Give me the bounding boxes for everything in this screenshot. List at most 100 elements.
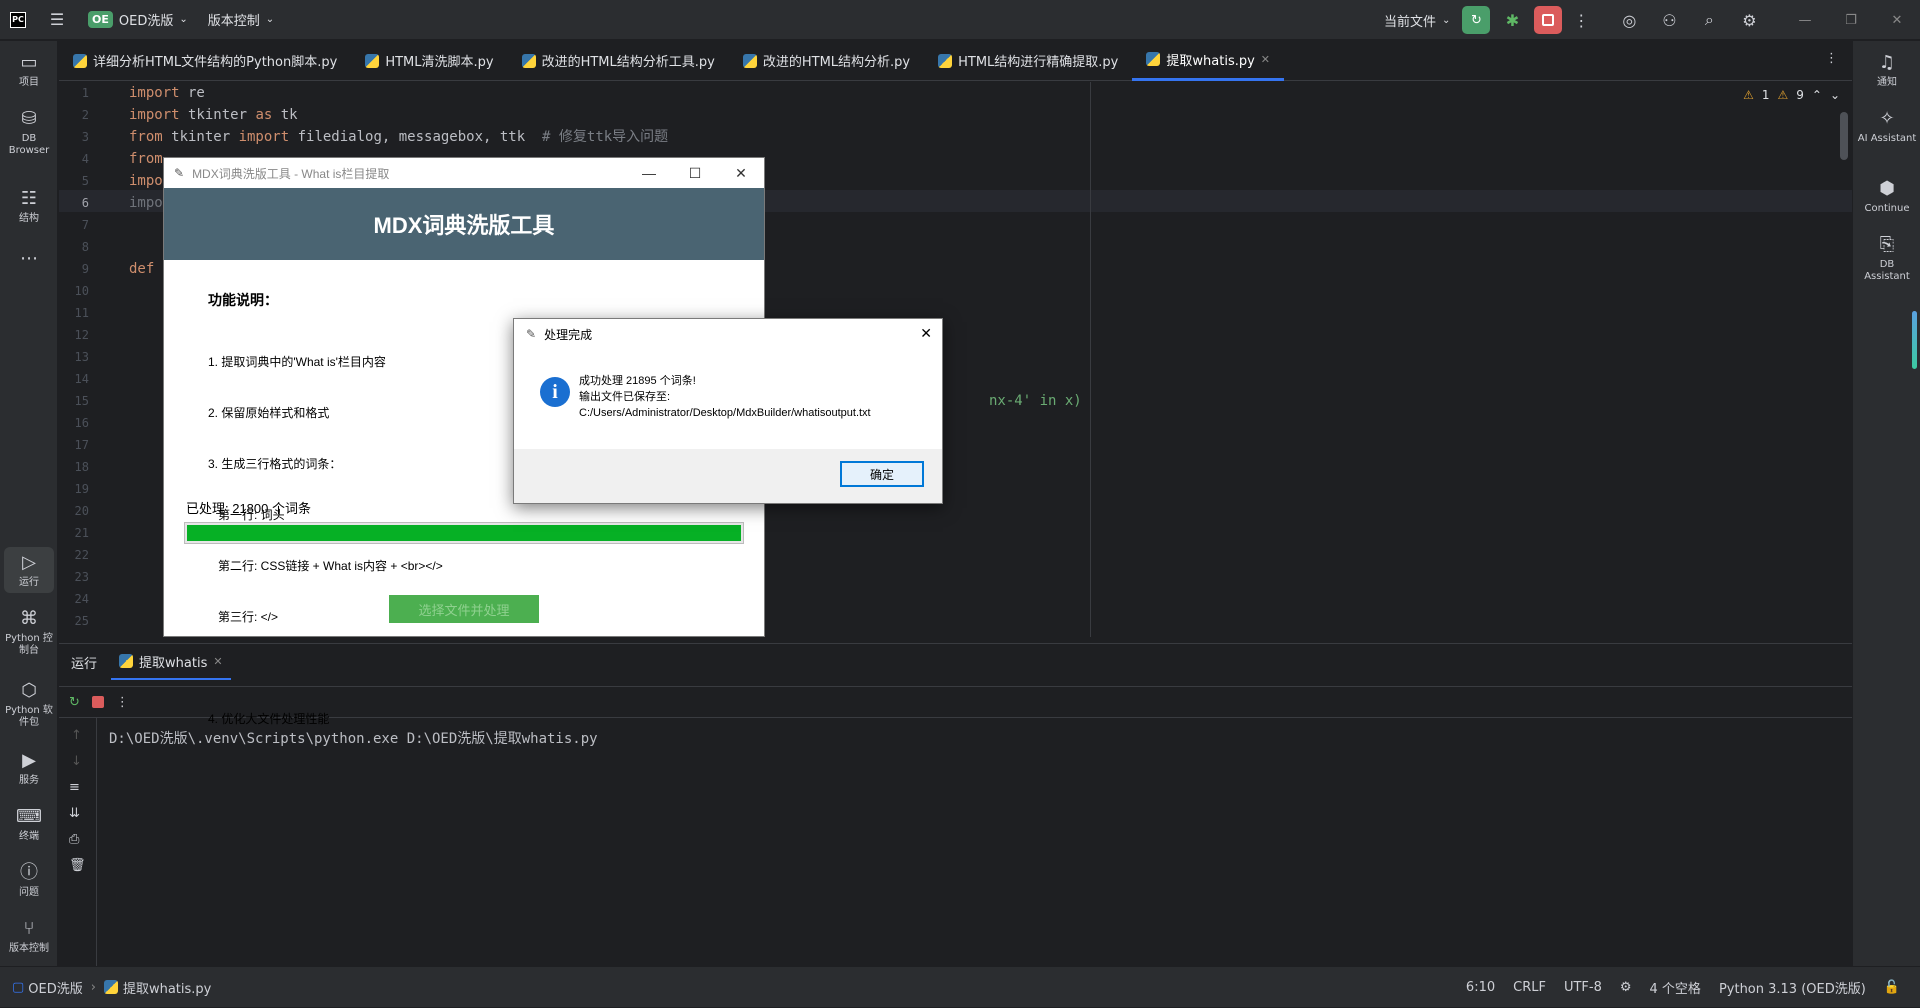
tool-terminal[interactable]: ⌨ 终端 bbox=[4, 805, 54, 843]
code-with-me-icon[interactable]: ◎ bbox=[1618, 9, 1640, 31]
file-encoding[interactable]: UTF-8 bbox=[1564, 980, 1602, 995]
tool-label: 终端 bbox=[19, 831, 39, 842]
app-logo[interactable]: PC bbox=[0, 0, 36, 40]
debug-button[interactable]: ✱ bbox=[1498, 6, 1526, 34]
dialog-line: 输出文件已保存至: bbox=[579, 391, 671, 403]
tool-services[interactable]: ▶ 服务 bbox=[4, 749, 54, 787]
breadcrumb-project[interactable]: OED洗版 bbox=[28, 978, 82, 997]
more-icon: ⋯ bbox=[20, 248, 38, 269]
dialog-footer: 确定 bbox=[514, 449, 942, 503]
rerun-button[interactable]: ↻ bbox=[1462, 6, 1491, 34]
tab-precise-extract[interactable]: HTML结构进行精确提取.py bbox=[924, 41, 1132, 81]
editor-scrollbar[interactable] bbox=[1840, 112, 1848, 160]
chevron-up-icon[interactable]: ⌃ bbox=[1812, 88, 1822, 102]
chevron-down-icon[interactable]: ⌄ bbox=[1830, 88, 1840, 102]
settings-gear-icon[interactable]: ⚙ bbox=[1738, 9, 1760, 31]
vcs-menu[interactable]: 版本控制 ⌄ bbox=[198, 0, 284, 40]
tab-more-icon[interactable]: ⋮ bbox=[1825, 51, 1838, 66]
python-file-icon bbox=[938, 53, 953, 68]
feature-item: 1. 提取词典中的'What is'栏目内容 bbox=[208, 355, 386, 369]
tab-html-clean[interactable]: HTML清洗脚本.py bbox=[351, 41, 507, 81]
feather-icon: ✎ bbox=[174, 166, 185, 180]
tool-continue[interactable]: ⬢ Continue bbox=[1857, 177, 1917, 215]
search-icon[interactable]: ⌕ bbox=[1698, 9, 1720, 31]
restore-button[interactable]: ❐ bbox=[1828, 0, 1874, 40]
line-number: 20 bbox=[74, 504, 89, 518]
python-packages-icon: ⬡ bbox=[21, 680, 37, 701]
rerun-icon[interactable]: ↻ bbox=[69, 695, 80, 710]
add-user-icon[interactable]: ⚇ bbox=[1658, 9, 1680, 31]
tool-project[interactable]: ▭ 项目 bbox=[4, 51, 54, 89]
run-config-label: 当前文件 bbox=[1384, 14, 1437, 30]
select-file-button[interactable]: 选择文件并处理 bbox=[389, 595, 539, 623]
lock-icon[interactable]: 🔓 bbox=[1884, 980, 1900, 995]
right-tool-strip: ♫ 通知 ✧ AI Assistant ⬢ Continue ⎘ DB Assistan… bbox=[1852, 41, 1920, 966]
soft-wrap-icon[interactable]: ≡ bbox=[69, 780, 80, 795]
dialog-message: 成功处理 21895 个词条! 输出文件已保存至: C:/Users/Admin… bbox=[579, 373, 871, 421]
tool-run[interactable]: ▷ 运行 bbox=[4, 547, 54, 593]
close-button[interactable]: ✕ bbox=[1874, 0, 1920, 40]
tk-maximize-button[interactable]: ☐ bbox=[672, 158, 718, 188]
terminal-icon: ⌨ bbox=[16, 806, 42, 827]
line-number: 24 bbox=[74, 592, 89, 606]
warning-count: 1 bbox=[1761, 88, 1770, 102]
tab-improved-tool[interactable]: 改进的HTML结构分析工具.py bbox=[508, 41, 729, 81]
python-file-icon bbox=[103, 980, 118, 994]
breadcrumb-file[interactable]: 提取whatis.py bbox=[123, 978, 211, 997]
line-number: 18 bbox=[74, 460, 89, 474]
main-menu-button[interactable]: ☰ bbox=[36, 0, 78, 40]
more-icon[interactable]: ⋮ bbox=[116, 695, 129, 710]
more-actions-button[interactable]: ⋮ bbox=[1570, 9, 1592, 31]
tool-db-assistant[interactable]: ⎘ DB Assistant bbox=[1857, 233, 1917, 283]
tool-python-console[interactable]: ⌘ Python 控制台 bbox=[4, 607, 54, 657]
stop-icon[interactable] bbox=[91, 696, 104, 708]
tool-vcs[interactable]: ⑂ 版本控制 bbox=[4, 917, 54, 955]
tab-improved-analysis[interactable]: 改进的HTML结构分析.py bbox=[729, 41, 924, 81]
tool-structure[interactable]: ☷ 结构 bbox=[4, 187, 54, 225]
line-number: 1 bbox=[81, 86, 89, 100]
tk-title-bar[interactable]: ✎ MDX词典洗版工具 - What is栏目提取 — ☐ ✕ bbox=[164, 158, 764, 188]
tool-python-packages[interactable]: ⬡ Python 软件包 bbox=[4, 679, 54, 729]
tool-problems[interactable]: ⓘ 问题 bbox=[4, 861, 54, 899]
tab-close-icon[interactable]: ✕ bbox=[1261, 53, 1270, 66]
restore-icon: ❐ bbox=[1845, 12, 1857, 28]
arrow-up-icon[interactable]: ↑ bbox=[71, 728, 82, 743]
run-tab-label: 提取whatis bbox=[139, 655, 208, 671]
print-icon[interactable]: ⎙ bbox=[69, 832, 79, 847]
dialog-close-button[interactable]: ✕ bbox=[920, 325, 932, 342]
chevron-down-icon: ⌄ bbox=[1442, 14, 1451, 26]
tab-label: 详细分析HTML文件结构的Python脚本.py bbox=[93, 55, 338, 70]
arrow-down-icon[interactable]: ↓ bbox=[71, 754, 82, 769]
tool-db-browser[interactable]: ⛁ DB Browser bbox=[4, 107, 54, 157]
tk-minimize-button[interactable]: — bbox=[626, 158, 672, 188]
ok-button[interactable]: 确定 bbox=[840, 461, 924, 487]
inspection-status-icon[interactable]: ⚙ bbox=[1620, 980, 1632, 995]
db-assistant-icon: ⎘ bbox=[1879, 234, 1895, 255]
run-side-toolbar: ↑ ↓ ≡ ⇊ ⎙ 🗑 bbox=[59, 718, 97, 967]
tab-detailed-analysis[interactable]: 详细分析HTML文件结构的Python脚本.py bbox=[59, 41, 351, 81]
tool-notifications[interactable]: ♫ 通知 bbox=[1857, 51, 1917, 89]
continue-icon: ⬢ bbox=[1879, 178, 1895, 199]
tab-extract-whatis[interactable]: 提取whatis.py ✕ bbox=[1132, 41, 1285, 81]
tool-ai-assistant[interactable]: ✧ AI Assistant bbox=[1857, 107, 1917, 145]
scroll-to-end-icon[interactable]: ⇊ bbox=[69, 806, 80, 821]
line-ending[interactable]: CRLF bbox=[1513, 980, 1546, 995]
minimize-button[interactable]: — bbox=[1782, 0, 1828, 40]
caret-position[interactable]: 6:10 bbox=[1466, 980, 1495, 995]
python-interpreter[interactable]: Python 3.13 (OED洗版) bbox=[1719, 978, 1866, 997]
tool-more[interactable]: ⋯ bbox=[4, 247, 54, 273]
indent-setting[interactable]: 4 个空格 bbox=[1650, 978, 1701, 997]
line-number: 6 bbox=[81, 196, 89, 210]
dialog-title-bar[interactable]: ✎ 处理完成 ✕ bbox=[514, 319, 942, 349]
project-switcher[interactable]: OE OED洗版 ⌄ bbox=[78, 0, 198, 40]
tk-close-button[interactable]: ✕ bbox=[718, 158, 764, 188]
close-icon: ✕ bbox=[1891, 12, 1903, 28]
code-line: from tkinter import filedialog, messageb… bbox=[129, 129, 669, 145]
stop-button[interactable] bbox=[1534, 6, 1563, 34]
inspection-widget[interactable]: ⚠ 1 ⚠ 9 ⌃ ⌄ bbox=[1743, 88, 1840, 102]
trash-icon[interactable]: 🗑 bbox=[69, 858, 86, 873]
status-bar: ▢ OED洗版 › 提取whatis.py 6:10 CRLF UTF-8 ⚙ … bbox=[0, 966, 1920, 1007]
tool-label: 版本控制 bbox=[9, 943, 49, 954]
line-number: 17 bbox=[74, 438, 89, 452]
run-config-selector[interactable]: 当前文件 ⌄ bbox=[1380, 0, 1454, 40]
